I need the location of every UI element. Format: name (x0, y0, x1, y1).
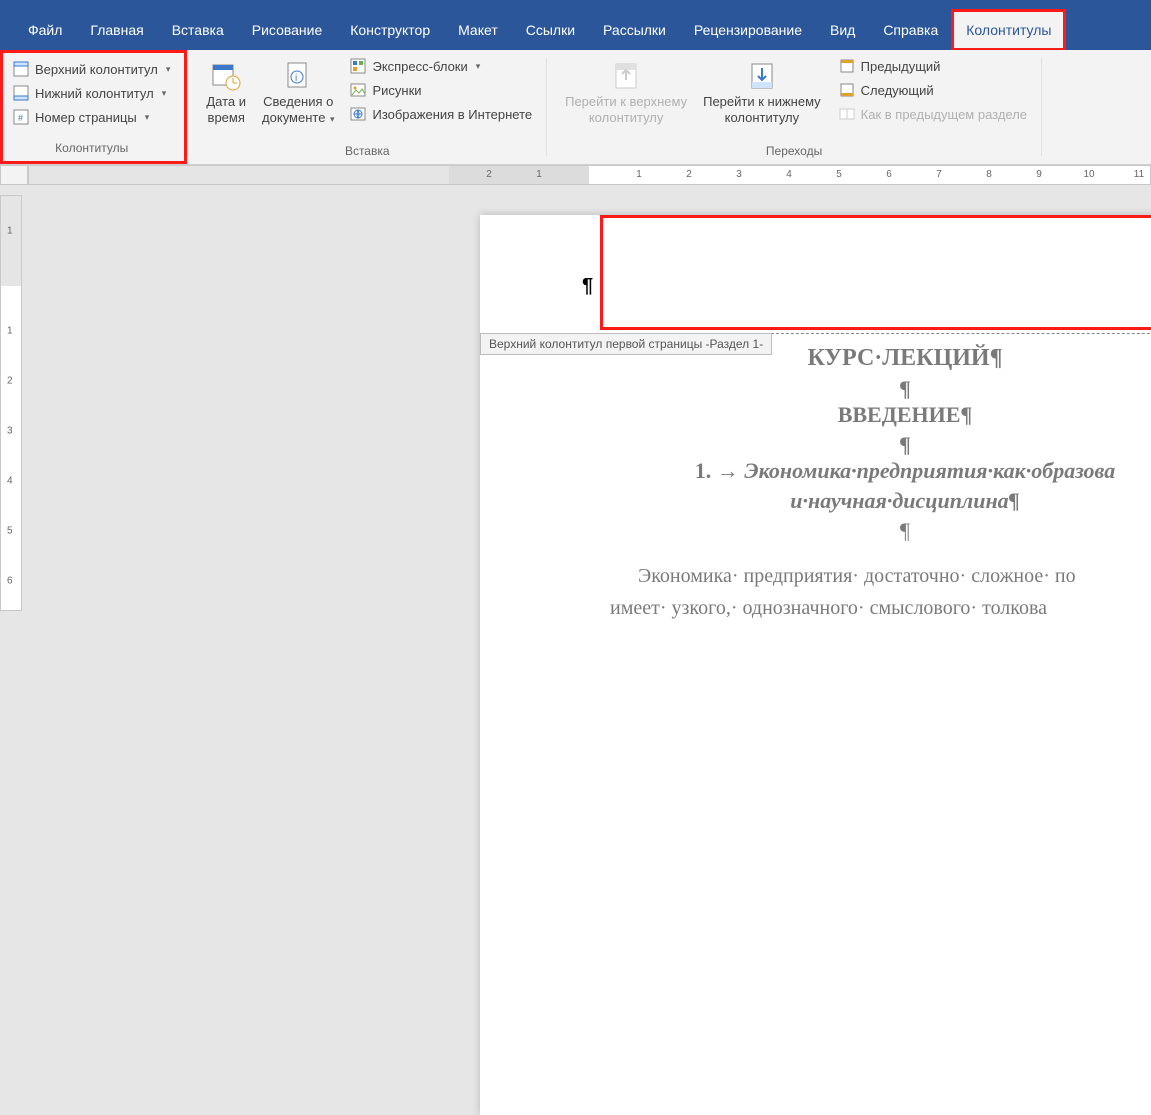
doc-intro: ВВЕДЕНИЕ¶ (610, 402, 1151, 428)
previous-button[interactable]: Предыдущий (835, 56, 1031, 76)
doc-section-line2: и·научная·дисциплина¶ (610, 488, 1151, 514)
group-insert: Дата и время i Сведения о документе ▾ Эк… (188, 50, 546, 164)
date-time-label1: Дата и (206, 94, 246, 110)
tab-header-footer[interactable]: Колонтитулы (952, 10, 1065, 50)
tab-mailings[interactable]: Рассылки (589, 10, 680, 50)
chevron-down-icon: ▾ (327, 114, 334, 124)
page-number-label: Номер страницы (35, 110, 137, 125)
online-pictures-button[interactable]: Изображения в Интернете (346, 104, 536, 124)
pilcrow: ¶ (610, 432, 1151, 458)
chevron-down-icon: ▾ (166, 64, 171, 75)
online-pictures-icon (350, 106, 366, 122)
previous-label: Предыдущий (861, 59, 941, 74)
doc-info-label1: Сведения о (263, 94, 333, 110)
group-label-insert: Вставка (345, 144, 390, 162)
doc-info-button[interactable]: i Сведения о документе ▾ (254, 56, 342, 129)
group-headers-footers: Верхний колонтитул ▾ Нижний колонтитул ▾… (0, 50, 187, 164)
date-time-button[interactable]: Дата и время (198, 56, 254, 129)
date-time-icon (210, 60, 242, 92)
doc-title: КУРС·ЛЕКЦИЙ¶ (610, 345, 1151, 372)
date-time-label2: время (208, 110, 245, 126)
page-number-icon: # (13, 109, 29, 125)
tab-file[interactable]: Файл (14, 10, 76, 50)
footer-button[interactable]: Нижний колонтитул ▾ (9, 83, 174, 103)
group-label-nav: Переходы (766, 144, 822, 162)
goto-header-label2: колонтитулу (589, 110, 664, 126)
next-icon (839, 82, 855, 98)
tab-references[interactable]: Ссылки (512, 10, 589, 50)
chevron-down-icon: ▾ (145, 112, 150, 123)
tab-review[interactable]: Рецензирование (680, 10, 816, 50)
online-pictures-label: Изображения в Интернете (372, 107, 532, 122)
svg-text:#: # (18, 113, 23, 123)
quick-parts-label: Экспресс-блоки (372, 59, 467, 74)
pilcrow: ¶ (610, 376, 1151, 402)
document-body[interactable]: КУРС·ЛЕКЦИЙ¶ ¶ ВВЕДЕНИЕ¶ ¶ 1. → Экономик… (610, 345, 1151, 624)
pilcrow-cursor: ¶ (582, 275, 593, 298)
tab-help[interactable]: Справка (869, 10, 952, 50)
tab-strip: Файл Главная Вставка Рисование Конструкт… (0, 10, 1151, 50)
header-highlight (600, 215, 1151, 330)
doc-section: 1. → Экономика·предприятия·как·образова (610, 458, 1151, 484)
horizontal-ruler[interactable]: 2 1 1 2 3 4 5 6 7 8 9 10 11 (0, 165, 1151, 185)
goto-header-button: Перейти к верхнему колонтитулу (557, 56, 695, 129)
next-button[interactable]: Следующий (835, 80, 1031, 100)
pictures-icon (350, 82, 366, 98)
doc-info-icon: i (282, 60, 314, 92)
quick-parts-button[interactable]: Экспресс-блоки ▾ (346, 56, 536, 76)
doc-paragraph: Экономика· предприятия· достаточно· слож… (610, 560, 1151, 624)
header-label: Верхний колонтитул (35, 62, 158, 77)
header-button[interactable]: Верхний колонтитул ▾ (9, 59, 174, 79)
pilcrow: ¶ (610, 518, 1151, 544)
tab-view[interactable]: Вид (816, 10, 869, 50)
tab-home[interactable]: Главная (76, 10, 157, 50)
goto-footer-icon (746, 60, 778, 92)
chevron-down-icon: ▾ (476, 61, 481, 72)
pictures-button[interactable]: Рисунки (346, 80, 536, 100)
workspace: 2 1 1 2 3 4 5 6 7 8 9 10 11 1 1 2 3 4 5 … (0, 165, 1151, 611)
ribbon: Верхний колонтитул ▾ Нижний колонтитул ▾… (0, 50, 1151, 165)
goto-footer-label2: колонтитулу (725, 110, 800, 126)
goto-footer-button[interactable]: Перейти к нижнему колонтитулу (695, 56, 829, 129)
tab-insert[interactable]: Вставка (158, 10, 238, 50)
footer-icon (13, 85, 29, 101)
doc-info-label2: документе (262, 110, 325, 125)
tab-draw[interactable]: Рисование (238, 10, 337, 50)
pictures-label: Рисунки (372, 83, 421, 98)
chevron-down-icon: ▾ (162, 88, 167, 99)
group-navigation: Перейти к верхнему колонтитулу Перейти к… (547, 50, 1041, 164)
goto-header-icon (610, 60, 642, 92)
next-label: Следующий (861, 83, 934, 98)
vertical-ruler[interactable]: 1 1 2 3 4 5 6 (0, 195, 22, 611)
header-icon (13, 61, 29, 77)
svg-text:i: i (295, 73, 297, 84)
title-bar (0, 0, 1151, 10)
goto-header-label1: Перейти к верхнему (565, 94, 687, 110)
link-previous-label: Как в предыдущем разделе (861, 107, 1027, 122)
tab-design[interactable]: Конструктор (336, 10, 444, 50)
tab-layout[interactable]: Макет (444, 10, 512, 50)
quick-parts-icon (350, 58, 366, 74)
page-number-button[interactable]: # Номер страницы ▾ (9, 107, 174, 127)
link-previous-button: Как в предыдущем разделе (835, 104, 1031, 124)
document-page[interactable]: ¶ Верхний колонтитул первой страницы -Ра… (480, 215, 1151, 1115)
group-label-headers: Колонтитулы (55, 141, 128, 159)
link-previous-icon (839, 106, 855, 122)
footer-label: Нижний колонтитул (35, 86, 154, 101)
goto-footer-label1: Перейти к нижнему (703, 94, 821, 110)
previous-icon (839, 58, 855, 74)
